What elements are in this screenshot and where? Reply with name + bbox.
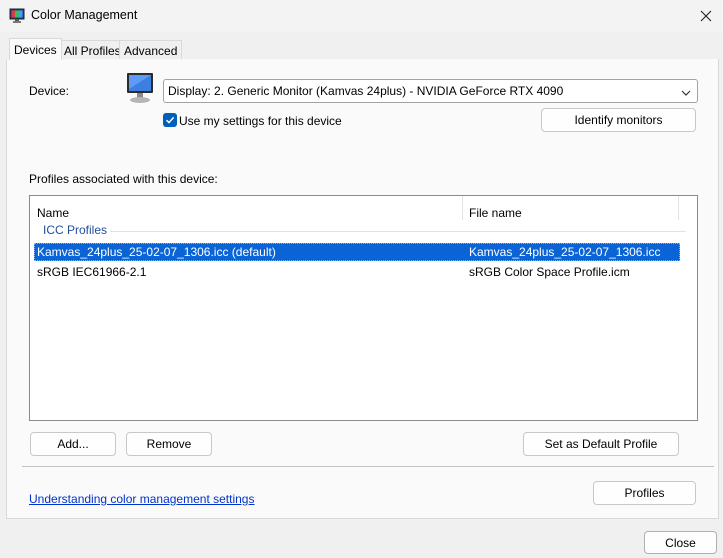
profile-name: Kamvas_24plus_25-02-07_1306.icc (default… — [37, 245, 276, 259]
column-divider[interactable] — [462, 196, 463, 220]
profiles-list[interactable] — [29, 195, 698, 421]
window-close-icon[interactable] — [694, 5, 718, 27]
tab-advanced-label: Advanced — [124, 43, 178, 58]
profile-name: sRGB IEC61966-2.1 — [37, 265, 147, 279]
column-header-name[interactable]: Name — [37, 206, 69, 220]
device-label: Device: — [29, 84, 70, 98]
use-my-settings-checkbox[interactable] — [163, 113, 177, 127]
table-row[interactable]: Kamvas_24plus_25-02-07_1306.icc (default… — [34, 243, 680, 261]
column-divider[interactable] — [678, 196, 679, 220]
group-divider — [110, 231, 686, 232]
group-icc-profiles[interactable]: ICC Profiles — [43, 223, 107, 237]
color-management-app-icon — [9, 8, 25, 24]
device-select-value: Display: 2. Generic Monitor (Kamvas 24pl… — [168, 84, 564, 98]
add-profile-button[interactable]: Add... — [30, 432, 116, 456]
understanding-color-management-link[interactable]: Understanding color management settings — [29, 492, 254, 506]
profile-file-name: sRGB Color Space Profile.icm — [469, 265, 630, 279]
tab-advanced[interactable]: Advanced — [119, 40, 183, 60]
profiles-heading: Profiles associated with this device: — [29, 172, 218, 186]
table-row[interactable]: sRGB IEC61966-2.1 sRGB Color Space Profi… — [34, 263, 680, 281]
device-select[interactable]: Display: 2. Generic Monitor (Kamvas 24pl… — [163, 79, 698, 103]
column-header-file-name[interactable]: File name — [469, 206, 522, 220]
tab-all-profiles-label: All Profiles — [64, 43, 121, 58]
monitor-icon — [124, 71, 156, 105]
remove-profile-button[interactable]: Remove — [126, 432, 212, 456]
tab-devices-label: Devices — [14, 42, 57, 57]
chevron-down-icon — [681, 86, 691, 100]
section-divider — [22, 466, 714, 467]
tab-all-profiles[interactable]: All Profiles — [59, 40, 126, 60]
profiles-button[interactable]: Profiles — [593, 481, 696, 505]
close-button[interactable]: Close — [644, 531, 717, 554]
set-default-profile-button[interactable]: Set as Default Profile — [523, 432, 679, 456]
use-my-settings-label[interactable]: Use my settings for this device — [179, 114, 342, 128]
window-title: Color Management — [31, 8, 138, 22]
identify-monitors-button[interactable]: Identify monitors — [541, 108, 696, 132]
tab-devices[interactable]: Devices — [9, 38, 62, 60]
checkmark-icon — [165, 116, 175, 124]
profile-file-name: Kamvas_24plus_25-02-07_1306.icc — [469, 245, 661, 259]
